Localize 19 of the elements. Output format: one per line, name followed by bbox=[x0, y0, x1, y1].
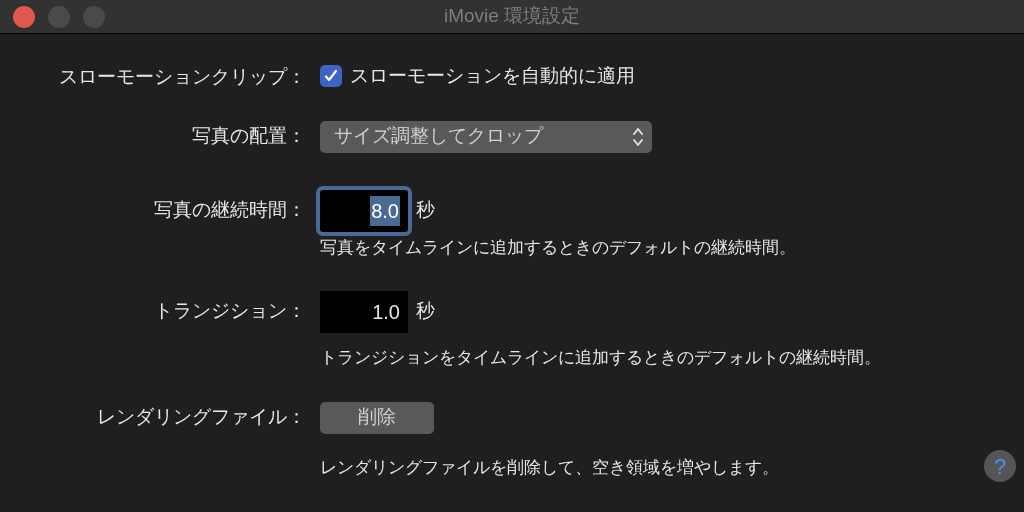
setting-label: 写真の継続時間： bbox=[154, 198, 306, 223]
description: トランジションをタイムラインに追加するときのデフォルトの継続時間。 bbox=[320, 346, 881, 369]
checkbox[interactable] bbox=[320, 65, 342, 87]
setting-label: トランジション： bbox=[154, 299, 306, 324]
close-button[interactable] bbox=[13, 5, 35, 28]
chevron-updown-icon bbox=[632, 125, 644, 148]
setting-label: 写真の配置： bbox=[192, 124, 306, 149]
description: レンダリングファイルを削除して、空き領域を増やします。 bbox=[320, 456, 779, 479]
window-title: iMovie 環境設定 bbox=[443, 4, 581, 29]
setting-label: レンダリングファイル： bbox=[97, 405, 306, 430]
popup-menu[interactable]: サイズ調整してクロップ bbox=[320, 120, 652, 153]
number-field[interactable]: 1.0 bbox=[320, 290, 408, 333]
delete-button[interactable]: 削除 bbox=[320, 401, 434, 434]
setting-label: スローモーションクリップ： bbox=[59, 65, 306, 89]
description: 写真をタイムラインに追加するときのデフォルトの継続時間。 bbox=[320, 236, 796, 259]
unit-label: 秒 bbox=[416, 299, 435, 324]
unit-label: 秒 bbox=[416, 198, 435, 223]
check-icon bbox=[324, 69, 338, 83]
checkbox-label: スローモーションを自動的に適用 bbox=[350, 63, 635, 88]
